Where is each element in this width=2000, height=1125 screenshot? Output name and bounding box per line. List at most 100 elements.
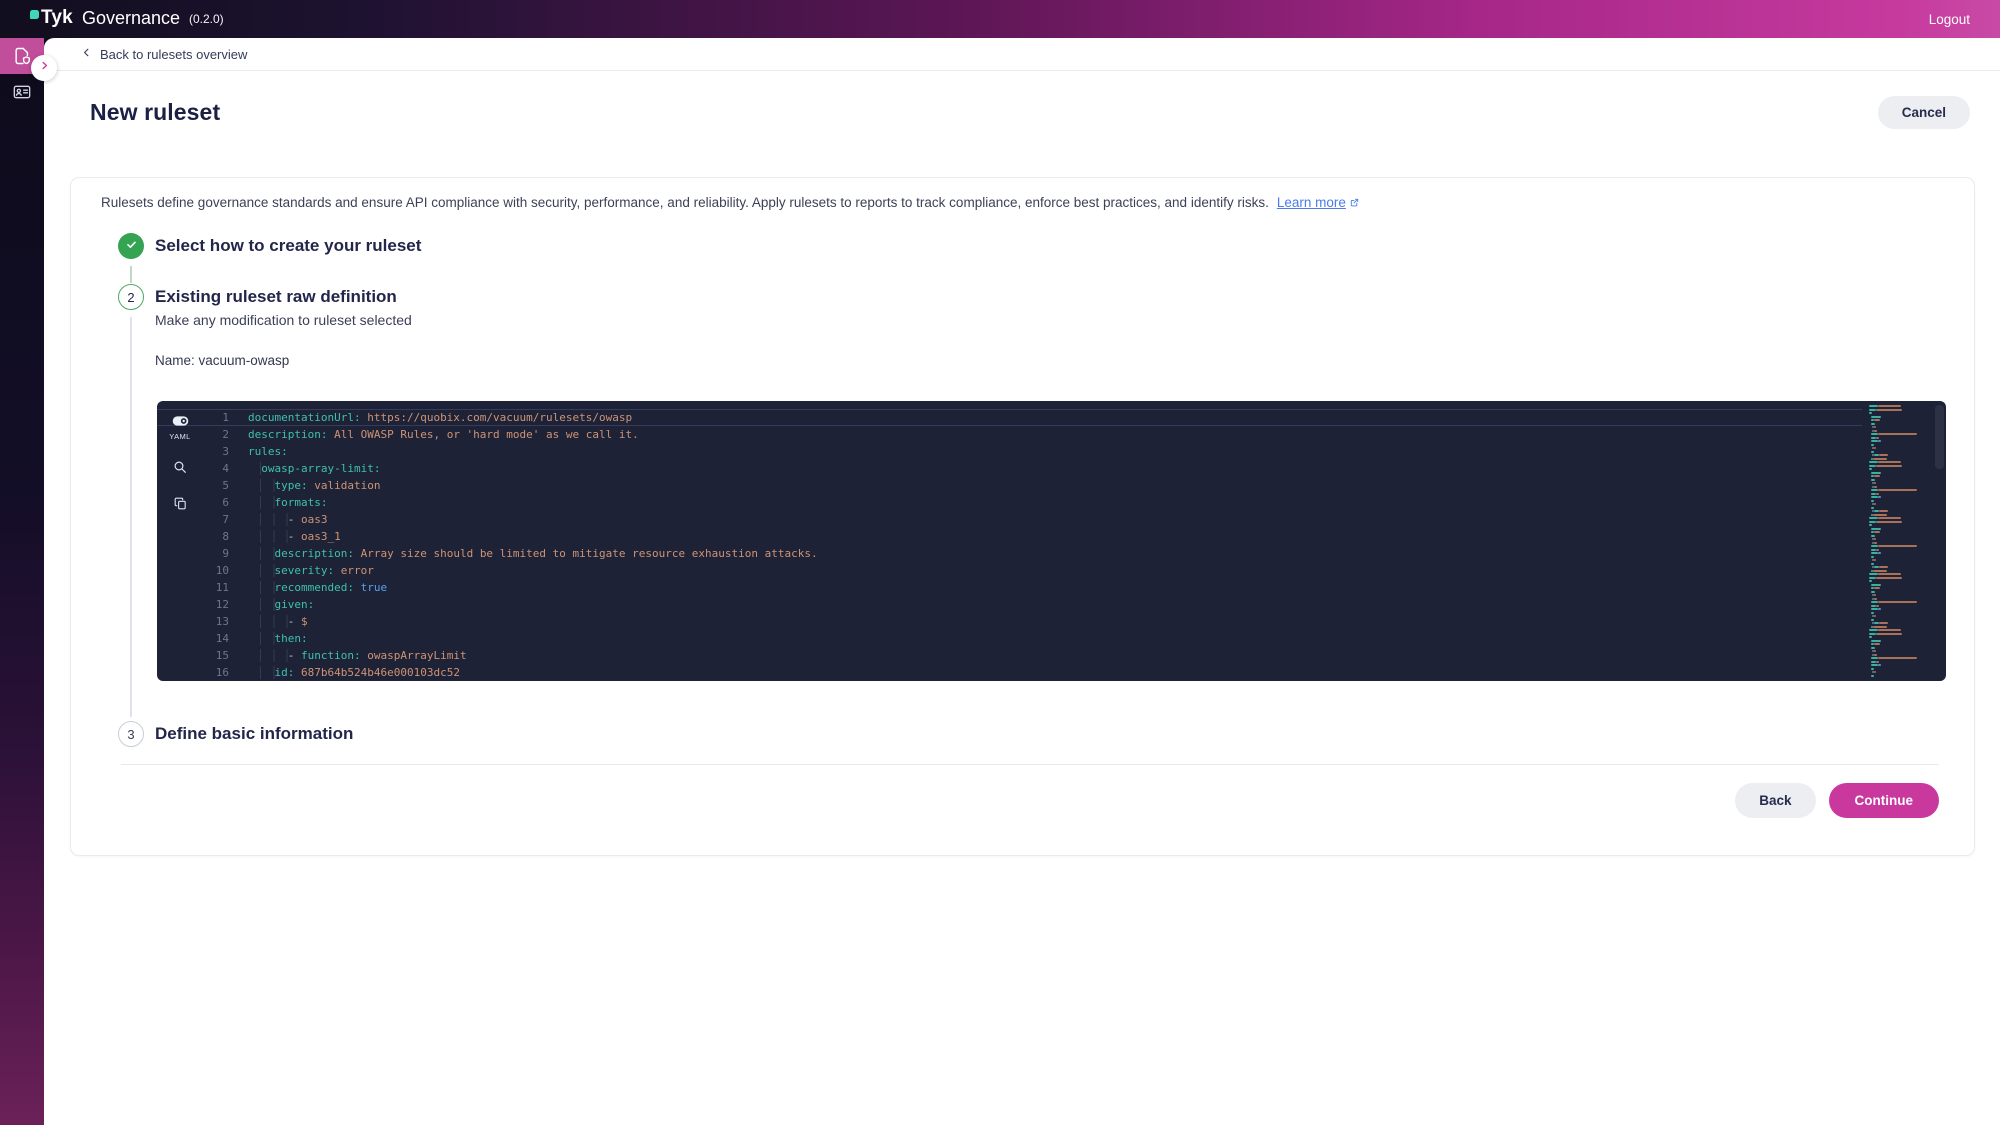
- minimap-line: [1869, 493, 1931, 495]
- yaml-preview-toggle[interactable]: YAML: [169, 415, 190, 441]
- brand-logo: Tyk Governance (0.2.0): [30, 7, 224, 32]
- page-header: New ruleset Cancel: [90, 96, 1970, 129]
- ruleset-description: Rulesets define governance standards and…: [101, 194, 1944, 212]
- minimap-line: [1869, 573, 1931, 575]
- minimap-line: [1869, 633, 1931, 635]
- code-line: 7 - oas3: [157, 511, 1862, 528]
- code-text: type: validation: [248, 477, 380, 494]
- line-number: 8: [203, 528, 229, 545]
- code-text: - function: owaspArrayLimit: [248, 647, 467, 664]
- code-line: 1documentationUrl: https://quobix.com/va…: [157, 409, 1862, 426]
- step-2: 2 Existing ruleset raw definition: [118, 284, 397, 310]
- minimap-line: [1869, 556, 1931, 558]
- minimap-line: [1869, 528, 1931, 530]
- code-line: 12 given:: [157, 596, 1862, 613]
- code-text: description: All OWASP Rules, or 'hard m…: [248, 426, 639, 443]
- minimap-line: [1869, 566, 1931, 568]
- minimap-line: [1869, 636, 1931, 638]
- search-button[interactable]: [172, 459, 188, 478]
- yaml-code-editor[interactable]: 1documentationUrl: https://quobix.com/va…: [157, 401, 1946, 681]
- app-window: Tyk Governance (0.2.0) Logout: [0, 0, 2000, 1125]
- step-connector-2: [130, 317, 132, 717]
- minimap-line: [1869, 489, 1931, 491]
- code-line: 11 recommended: true: [157, 579, 1862, 596]
- chevron-left-icon: [80, 46, 93, 62]
- code-line: 16 id: 687b64b524b46e000103dc52: [157, 664, 1862, 681]
- language-label: YAML: [169, 432, 190, 441]
- minimap-line: [1869, 622, 1931, 624]
- ruleset-name-label: Name: vacuum-owasp: [155, 353, 289, 368]
- line-number: 12: [203, 596, 229, 613]
- sidebar-expand-button[interactable]: [31, 55, 57, 81]
- minimap[interactable]: [1869, 405, 1931, 677]
- minimap-line: [1869, 657, 1931, 659]
- minimap-line: [1869, 661, 1931, 663]
- code-line: 4 owasp-array-limit:: [157, 460, 1862, 477]
- minimap-line: [1869, 552, 1931, 554]
- line-number: 10: [203, 562, 229, 579]
- step-2-title: Existing ruleset raw definition: [155, 287, 397, 307]
- minimap-line: [1869, 650, 1931, 652]
- cancel-button[interactable]: Cancel: [1878, 96, 1970, 129]
- minimap-line: [1869, 517, 1931, 519]
- code-line: 6 formats:: [157, 494, 1862, 511]
- minimap-line: [1869, 664, 1931, 666]
- learn-more-link[interactable]: Learn more: [1277, 195, 1360, 210]
- line-number: 15: [203, 647, 229, 664]
- minimap-line: [1869, 468, 1931, 470]
- learn-more-label: Learn more: [1277, 195, 1346, 210]
- code-lines: 1documentationUrl: https://quobix.com/va…: [157, 409, 1946, 681]
- code-line: 10 severity: error: [157, 562, 1862, 579]
- code-text: recommended: true: [248, 579, 387, 596]
- minimap-line: [1869, 675, 1931, 677]
- code-text: severity: error: [248, 562, 374, 579]
- minimap-line: [1869, 640, 1931, 642]
- minimap-line: [1869, 423, 1931, 425]
- code-line: 15 - function: owaspArrayLimit: [157, 647, 1862, 664]
- tyk-leaf-icon: [30, 10, 39, 19]
- minimap-line: [1869, 454, 1931, 456]
- minimap-line: [1869, 531, 1931, 533]
- minimap-line: [1869, 458, 1931, 460]
- minimap-line: [1869, 437, 1931, 439]
- minimap-line: [1869, 647, 1931, 649]
- code-line: 9 description: Array size should be limi…: [157, 545, 1862, 562]
- editor-scrollbar[interactable]: [1935, 405, 1944, 469]
- minimap-line: [1869, 507, 1931, 509]
- minimap-line: [1869, 444, 1931, 446]
- copy-button[interactable]: [173, 496, 188, 514]
- minimap-line: [1869, 542, 1931, 544]
- minimap-line: [1869, 605, 1931, 607]
- minimap-line: [1869, 524, 1931, 526]
- minimap-line: [1869, 584, 1931, 586]
- document-shield-icon: [12, 46, 32, 66]
- step-2-number: 2: [118, 284, 144, 310]
- logout-button[interactable]: Logout: [1929, 12, 1970, 27]
- external-link-icon: [1346, 195, 1360, 210]
- continue-button[interactable]: Continue: [1829, 783, 1940, 818]
- back-link[interactable]: Back to rulesets overview: [44, 38, 2000, 71]
- line-number: 4: [203, 460, 229, 477]
- minimap-line: [1869, 671, 1931, 673]
- chevron-right-icon: [38, 59, 51, 77]
- version-label: (0.2.0): [189, 7, 224, 32]
- minimap-line: [1869, 563, 1931, 565]
- code-text: description: Array size should be limite…: [248, 545, 818, 562]
- product-name: Governance: [82, 7, 180, 30]
- code-text: documentationUrl: https://quobix.com/vac…: [248, 410, 632, 425]
- line-number: 16: [203, 664, 229, 681]
- minimap-line: [1869, 426, 1931, 428]
- step-1: Select how to create your ruleset: [118, 233, 421, 259]
- minimap-line: [1869, 598, 1931, 600]
- code-text: rules:: [248, 443, 288, 460]
- minimap-line: [1869, 580, 1931, 582]
- back-button[interactable]: Back: [1735, 783, 1815, 818]
- minimap-line: [1869, 500, 1931, 502]
- code-text: - $: [248, 613, 308, 630]
- code-text: id: 687b64b524b46e000103dc52: [248, 664, 460, 681]
- minimap-line: [1869, 538, 1931, 540]
- code-line: 13 - $: [157, 613, 1862, 630]
- code-line: 5 type: validation: [157, 477, 1862, 494]
- minimap-line: [1869, 510, 1931, 512]
- minimap-line: [1869, 570, 1931, 572]
